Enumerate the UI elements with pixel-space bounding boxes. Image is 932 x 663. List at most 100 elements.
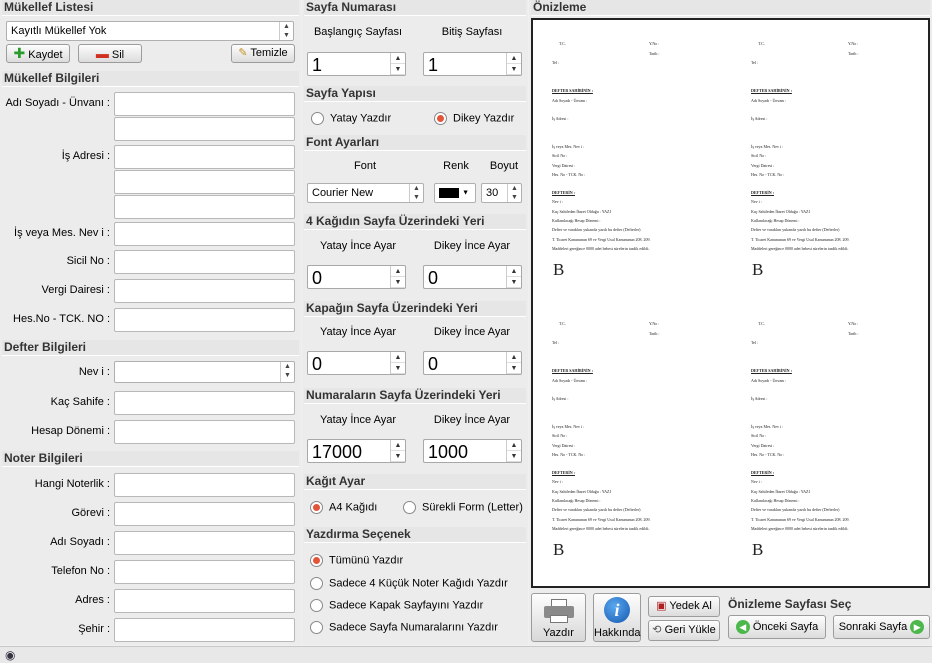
ad-soyad-input-2[interactable]	[114, 117, 295, 141]
boyut-spinner[interactable]: 30 ▲ ▼	[481, 183, 522, 203]
kagit-dikey-spinner[interactable]: 0 ▲ ▼	[423, 265, 522, 289]
numara-dikey-spinner[interactable]: 1000 ▲ ▼	[423, 439, 522, 463]
baslangic-value: 1	[312, 55, 323, 75]
is-adresi-input-1[interactable]	[114, 145, 295, 169]
spin-down-icon[interactable]: ▼	[507, 363, 521, 374]
is-adresi-input-3[interactable]	[114, 195, 295, 219]
geri-yukle-button[interactable]: ⟲ Geri Yükle	[648, 620, 720, 641]
preview-letter: B	[553, 540, 565, 559]
spin-down-icon[interactable]: ▼	[507, 64, 521, 75]
baslangic-spinner[interactable]: 1 ▲ ▼	[307, 52, 406, 76]
kapak-sayfa-radio[interactable]: Sadece Kapak Sayfayını Yazdır	[310, 599, 483, 612]
sayfa-numarasi-title: Sayfa Numarası	[304, 0, 526, 16]
dikey-yazdir-radio[interactable]: Dikey Yazdır	[434, 112, 514, 125]
numara-yatay-label: Yatay İnce Ayar	[319, 414, 397, 426]
onizleme-sec-title: Önizleme Sayfası Seç	[728, 597, 852, 611]
bitis-spinner[interactable]: 1 ▲ ▼	[423, 52, 522, 76]
mukellef-bilgileri-title: Mükellef Bilgileri	[2, 71, 299, 87]
numara-yatay-value: 17000	[312, 442, 363, 462]
sehir-input[interactable]	[114, 618, 295, 642]
hangi-noterlik-label: Hangi Noterlik :	[34, 478, 110, 490]
preview-text: T. Ticaret Kanununun 69 ve Vergi Usul Ka…	[751, 237, 850, 242]
nevi-select[interactable]: ▲ ▼	[114, 361, 295, 383]
sil-button[interactable]: ▬ Sil	[78, 44, 142, 63]
spin-up-icon[interactable]: ▲	[507, 53, 521, 64]
hesap-donemi-input[interactable]	[114, 420, 295, 444]
mukellef-select[interactable]: Kayıtlı Mükellef Yok ▲ ▼	[6, 21, 294, 41]
hangi-noterlik-input[interactable]	[114, 473, 295, 497]
ad-soyad-label: Adı Soyadı - Ünvanı :	[5, 97, 110, 109]
preview-text: İş veya Mes. Nev i :	[751, 144, 784, 149]
save-disk-icon: ▣	[656, 600, 667, 612]
arrow-left-icon: ◀	[735, 620, 750, 635]
numara-yatay-spinner[interactable]: 17000 ▲ ▼	[307, 439, 406, 463]
kagit-yatay-spinner[interactable]: 0 ▲ ▼	[307, 265, 406, 289]
preview-text: T. Ticaret Kanununun 69 ve Vergi Usul Ka…	[552, 517, 651, 522]
yatay-yazdir-radio[interactable]: Yatay Yazdır	[311, 112, 391, 125]
noter-adi-input[interactable]	[114, 531, 295, 555]
sicil-input[interactable]	[114, 250, 295, 274]
spin-up-icon[interactable]: ▲	[391, 352, 405, 363]
yazdir-button[interactable]: Yazdır	[531, 593, 586, 642]
printer-icon	[543, 599, 574, 623]
preview-text: T.C.	[559, 41, 566, 46]
vergi-input[interactable]	[114, 279, 295, 303]
spin-down-icon[interactable]: ▼	[507, 451, 521, 462]
mes-nev-input[interactable]	[114, 222, 295, 246]
spin-down-icon[interactable]: ▼	[391, 64, 405, 75]
select-arrows-icon[interactable]: ▲ ▼	[507, 184, 521, 202]
sonraki-sayfa-button[interactable]: Sonraki Sayfa ▶	[833, 615, 930, 639]
sayfa-numara-radio[interactable]: Sadece Sayfa Numaralarını Yazdır	[310, 621, 498, 634]
tumunu-yazdir-radio[interactable]: Tümünü Yazdır	[310, 554, 403, 567]
spin-up-icon[interactable]: ▲	[507, 440, 521, 451]
radio-on-icon	[310, 501, 323, 514]
spin-down-icon[interactable]: ▼	[391, 277, 405, 288]
kagit-dikey-value: 0	[428, 268, 439, 288]
adres-input[interactable]	[114, 589, 295, 613]
kac-sahife-input[interactable]	[114, 391, 295, 415]
a4-radio[interactable]: A4 Kağıdı	[310, 501, 377, 514]
is-adresi-label: İş Adresi :	[61, 150, 110, 162]
preview-text: İş Adresi :	[552, 116, 569, 121]
preview-text: Nev i :	[552, 199, 563, 204]
temizle-button[interactable]: ✎ Temizle	[231, 44, 295, 63]
font-select[interactable]: Courier New ▲ ▼	[307, 183, 424, 203]
spin-up-icon[interactable]: ▲	[507, 352, 521, 363]
kaydet-button[interactable]: ✚ Kaydet	[6, 44, 70, 63]
kapak-dikey-label: Dikey İnce Ayar	[433, 326, 511, 338]
spin-up-icon[interactable]: ▲	[507, 266, 521, 277]
renk-picker[interactable]: ▼	[434, 183, 476, 203]
surekli-form-radio[interactable]: Sürekli Form (Letter)	[403, 501, 523, 514]
gorevi-input[interactable]	[114, 502, 295, 526]
ad-soyad-input-1[interactable]	[114, 92, 295, 116]
yedek-al-button[interactable]: ▣ Yedek Al	[648, 596, 720, 617]
preview-text: Tarih :	[649, 331, 660, 336]
spin-up-icon[interactable]: ▲	[391, 53, 405, 64]
kapak-yatay-spinner[interactable]: 0 ▲ ▼	[307, 351, 406, 375]
mukellef-listesi-title: Mükellef Listesi	[2, 0, 299, 16]
color-swatch-icon	[439, 188, 459, 199]
kapak-yatay-value: 0	[312, 354, 323, 374]
telefon-input[interactable]	[114, 560, 295, 584]
spin-down-icon[interactable]: ▼	[391, 363, 405, 374]
onceki-sayfa-button[interactable]: ◀ Önceki Sayfa	[728, 615, 826, 639]
spin-down-icon[interactable]: ▼	[507, 277, 521, 288]
spin-up-icon[interactable]: ▲	[391, 440, 405, 451]
noter-bilgileri-title: Noter Bilgileri	[2, 451, 299, 467]
yedek-al-label: Yedek Al	[669, 600, 712, 612]
spin-up-icon[interactable]: ▲	[391, 266, 405, 277]
a4-label: A4 Kağıdı	[329, 501, 378, 514]
noter-adi-label: Adı Soyadı :	[50, 536, 110, 548]
hakkinda-button[interactable]: i Hakkında	[593, 593, 641, 642]
kapak-dikey-spinner[interactable]: 0 ▲ ▼	[423, 351, 522, 375]
spin-down-icon[interactable]: ▼	[391, 451, 405, 462]
preview-text: Maddeleri gereğince 0000 adet behest sür…	[751, 526, 849, 531]
font-select-value: Courier New	[312, 187, 374, 199]
noter-kagidi-radio[interactable]: Sadece 4 Küçük Noter Kağıdı Yazdır	[310, 577, 508, 590]
preview-text: İş Adresi :	[751, 396, 768, 401]
hes-no-input[interactable]	[114, 308, 295, 332]
boyut-label: Boyut	[489, 160, 519, 172]
radio-off-icon	[311, 112, 324, 125]
is-adresi-input-2[interactable]	[114, 170, 295, 194]
select-arrows-icon: ▲ ▼	[279, 22, 293, 40]
